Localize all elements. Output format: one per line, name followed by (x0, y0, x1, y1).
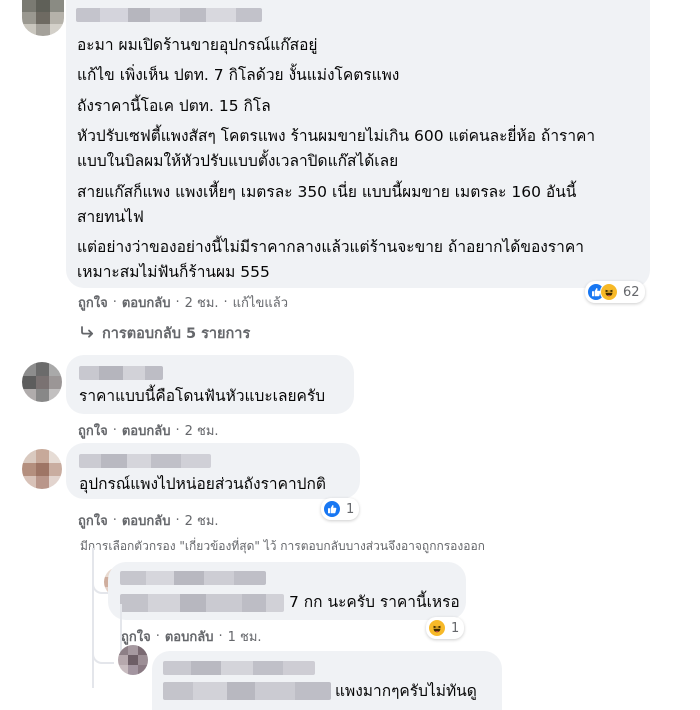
comment-actions: ถูกใจ · ตอบกลับ · 2 ชม. (78, 420, 219, 441)
like-icon (323, 500, 341, 518)
comment-text-line: แก้ไข เพิ่งเห็น ปตท. 7 กิโลด้วย งั้นแม่ง… (77, 66, 400, 84)
comment-text-line: เหมาะสมไม่ฟันก็ร้านผม 555 (77, 263, 270, 281)
comment-text-line: แต่อย่างว่าของอย่างนี้ไม่มีราคากลางแล้วแ… (77, 238, 584, 256)
mention-name[interactable] (163, 682, 331, 700)
reply-actions: ถูกใจ · ตอบกลับ · 1 ชม. (121, 626, 262, 647)
reply-text: แพงมากๆครับไม่ทันดู (335, 682, 477, 700)
avatar[interactable] (118, 645, 148, 675)
reply-arrow-icon (80, 325, 94, 342)
timestamp[interactable]: 1 ชม. (228, 626, 262, 647)
like-button[interactable]: ถูกใจ (78, 510, 108, 531)
comment-text-line: หัวปรับเซฟตี้แพงสัสๆ โคตรแพง ร้านผมขายไม… (77, 127, 596, 145)
view-replies-link[interactable]: การตอบกลับ 5 รายการ (80, 322, 250, 345)
thread-connector (92, 650, 114, 664)
edited-label: แก้ไขแล้ว (232, 296, 288, 311)
avatar[interactable] (22, 0, 64, 36)
timestamp[interactable]: 2 ชม. (185, 510, 219, 531)
thread-line (92, 548, 94, 688)
comment-text-line: แบบในบิลผมให้หัวปรับแบบตั้งเวลาปิดแก๊สได… (77, 152, 399, 170)
commenter-name[interactable] (76, 8, 262, 22)
reaction-summary[interactable]: 1 (321, 498, 360, 520)
commenter-name[interactable] (120, 571, 266, 585)
comment-text-line: สายแก๊สก็แพง แพงเหี้ยๆ เมตรละ 350 เนี่ย … (77, 183, 577, 201)
filter-notice: มีการเลือกตัวกรอง "เกี่ยวข้องที่สุด" ไว้… (80, 539, 485, 553)
reaction-count: 1 (346, 501, 355, 517)
comment-text: ราคาแบบนี้คือโดนฟันหัวแบะเลยครับ (79, 387, 326, 405)
comment-text-line: สายทนไฟ (77, 208, 144, 226)
like-button[interactable]: ถูกใจ (78, 292, 108, 313)
haha-icon (600, 283, 618, 301)
reaction-count: 62 (623, 284, 640, 300)
avatar[interactable] (22, 449, 62, 489)
reply-text: 7 กก นะครับ ราคานี้เหรอ (289, 593, 460, 611)
reply-button[interactable]: ตอบกลับ (122, 292, 171, 313)
reaction-summary[interactable]: 1 (426, 617, 465, 639)
like-button[interactable]: ถูกใจ (121, 626, 151, 647)
comment-text: อุปกรณ์แพงไปหน่อยส่วนถังราคาปกติ (79, 475, 326, 493)
comment-text-line: อะมา ผมเปิดร้านขายอุปกรณ์แก๊สอยู่ (77, 36, 318, 54)
reply-button[interactable]: ตอบกลับ (122, 510, 171, 531)
mention-name[interactable] (120, 594, 284, 612)
timestamp[interactable]: 2 ชม. (185, 420, 219, 441)
reaction-count: 1 (451, 620, 460, 636)
comment-text-line: ถังราคานี้โอเค ปตท. 15 กิโล (77, 97, 271, 115)
haha-icon (428, 619, 446, 637)
timestamp[interactable]: 2 ชม. (185, 292, 219, 313)
like-button[interactable]: ถูกใจ (78, 420, 108, 441)
avatar[interactable] (22, 362, 62, 402)
commenter-name[interactable] (79, 454, 211, 468)
reaction-summary[interactable]: 62 (585, 281, 645, 303)
view-replies-label: การตอบกลับ 5 รายการ (102, 326, 251, 342)
commenter-name[interactable] (79, 366, 163, 380)
comment-actions: ถูกใจ · ตอบกลับ · 2 ชม. (78, 510, 219, 531)
commenter-name[interactable] (163, 661, 315, 675)
reply-button[interactable]: ตอบกลับ (122, 420, 171, 441)
comment-actions: ถูกใจ · ตอบกลับ · 2 ชม. · แก้ไขแล้ว (78, 292, 288, 313)
reply-button[interactable]: ตอบกลับ (165, 626, 214, 647)
